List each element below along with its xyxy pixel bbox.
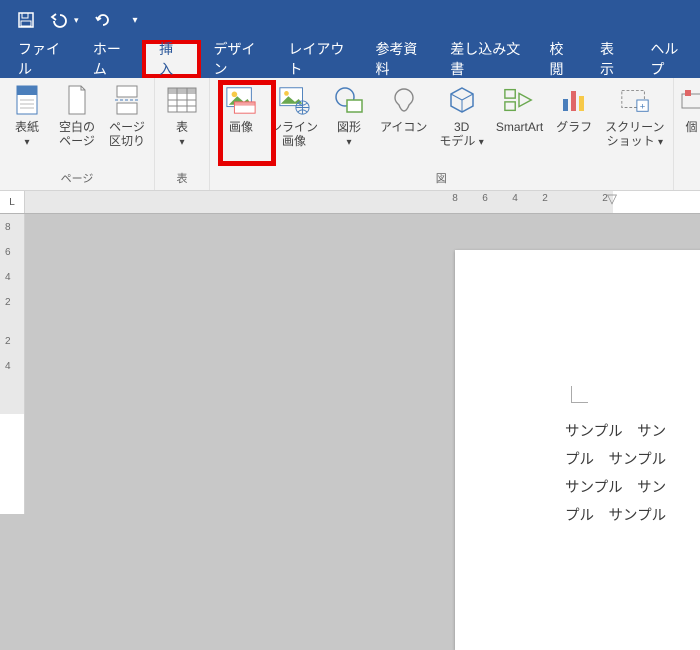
- tab-layout[interactable]: レイアウト: [275, 40, 362, 78]
- 3d-models-button[interactable]: 3D モデル ▾: [433, 80, 489, 150]
- online-pictures-button[interactable]: ンライン 画像: [270, 80, 324, 148]
- table-icon: [166, 84, 198, 116]
- tab-design[interactable]: デザイン: [201, 40, 276, 78]
- tab-review[interactable]: 校閲: [537, 40, 587, 78]
- group-label-tables: 表: [177, 172, 188, 190]
- tab-home[interactable]: ホーム: [80, 40, 142, 78]
- online-pictures-label: ンライン 画像: [270, 120, 318, 148]
- margin-mark-icon: [571, 386, 588, 403]
- 3d-models-label: 3D モデル: [439, 120, 475, 148]
- undo-icon[interactable]: ▾: [50, 12, 79, 28]
- ribbon-group-illustrations: 画像 ンライン 画像 図形 ▾ アイコン: [210, 78, 674, 190]
- dropdown-icon: ▾: [479, 136, 484, 150]
- ribbon-group-pages: 表紙 ▾ 空白の ページ ページ 区切り ページ: [0, 78, 155, 190]
- dropdown-icon: ▾: [179, 136, 184, 150]
- page-break-label: ページ 区切り: [109, 120, 145, 148]
- addins-button[interactable]: 個: [676, 80, 700, 134]
- table-button[interactable]: 表▾: [157, 80, 207, 150]
- screenshot-icon: +: [619, 84, 651, 116]
- cover-page-button[interactable]: 表紙 ▾: [2, 80, 52, 150]
- group-label-illustrations: 図: [436, 172, 447, 190]
- dropdown-icon: ▾: [24, 136, 29, 150]
- ribbon: 表紙 ▾ 空白の ページ ページ 区切り ページ: [0, 78, 700, 191]
- icons-icon: [388, 84, 420, 116]
- chart-label: グラフ: [556, 120, 592, 134]
- quick-access-toolbar: ▾ ▾: [0, 0, 700, 40]
- group-label-pages: ページ: [61, 172, 94, 190]
- blank-page-button[interactable]: 空白の ページ: [52, 80, 102, 148]
- pictures-label: 画像: [229, 120, 253, 134]
- tab-view[interactable]: 表示: [587, 40, 637, 78]
- tab-insert[interactable]: 挿入: [142, 40, 200, 78]
- ribbon-group-tables: 表▾ 表: [155, 78, 210, 190]
- ribbon-group-addins: 個: [674, 78, 700, 190]
- shapes-icon: [333, 84, 365, 116]
- smartart-label: SmartArt: [496, 120, 543, 134]
- screenshot-button[interactable]: + スクリーン ショット ▾: [599, 80, 670, 150]
- vruler-tick-labels: 8 6 4 2 2 4: [5, 222, 11, 372]
- pictures-icon: [225, 84, 257, 116]
- tab-mailings[interactable]: 差し込み文書: [437, 40, 536, 78]
- addins-label: 個: [686, 120, 698, 134]
- table-label: 表: [176, 120, 188, 134]
- ribbon-tabs: ファイル ホーム 挿入 デザイン レイアウト 参考資料 差し込み文書 校閲 表示…: [0, 40, 700, 78]
- shapes-button[interactable]: 図形 ▾: [324, 80, 374, 150]
- tab-help[interactable]: ヘルプ: [637, 40, 700, 78]
- tab-file[interactable]: ファイル: [0, 40, 80, 78]
- document-page[interactable]: サンプル サン プル サンプル サンプル サン プル サンプル: [455, 250, 700, 650]
- icons-button[interactable]: アイコン: [374, 80, 433, 134]
- smartart-button[interactable]: SmartArt: [490, 80, 549, 134]
- redo-icon[interactable]: [95, 12, 111, 28]
- shapes-label: 図形: [337, 120, 361, 134]
- svg-text:+: +: [640, 100, 646, 111]
- 3d-models-icon: [446, 84, 478, 116]
- online-pictures-icon: [278, 84, 310, 116]
- smartart-icon: [503, 84, 535, 116]
- document-body-text[interactable]: サンプル サン プル サンプル サンプル サン プル サンプル: [565, 418, 666, 530]
- tab-references[interactable]: 参考資料: [362, 40, 437, 78]
- document-area: 8 6 4 2 2 4 サンプル サン プル サンプル サンプル サン プル サ…: [0, 214, 700, 514]
- vertical-ruler: 8 6 4 2 2 4: [0, 214, 25, 514]
- cover-page-icon: [11, 84, 43, 116]
- chart-icon: [558, 84, 590, 116]
- dropdown-icon: ▾: [346, 136, 351, 150]
- cover-page-label: 表紙: [15, 120, 39, 134]
- page-break-icon: [111, 84, 143, 116]
- dropdown-icon: ▾: [658, 136, 663, 150]
- chart-button[interactable]: グラフ: [549, 80, 599, 134]
- save-icon[interactable]: [18, 12, 34, 28]
- horizontal-ruler: L 8 6 4 2 2 4 6 ▽: [0, 191, 700, 214]
- icons-label: アイコン: [380, 120, 427, 134]
- blank-page-icon: [61, 84, 93, 116]
- addins-icon: [680, 84, 700, 116]
- indent-marker-icon[interactable]: ▽: [607, 191, 617, 207]
- blank-page-label: 空白の ページ: [59, 120, 95, 148]
- tab-selector[interactable]: L: [0, 191, 25, 213]
- customize-qat-icon[interactable]: ▾: [133, 15, 138, 26]
- screenshot-label: スクリーン ショット: [605, 120, 664, 148]
- pictures-button[interactable]: 画像: [212, 80, 270, 134]
- page-break-button[interactable]: ページ 区切り: [102, 80, 152, 148]
